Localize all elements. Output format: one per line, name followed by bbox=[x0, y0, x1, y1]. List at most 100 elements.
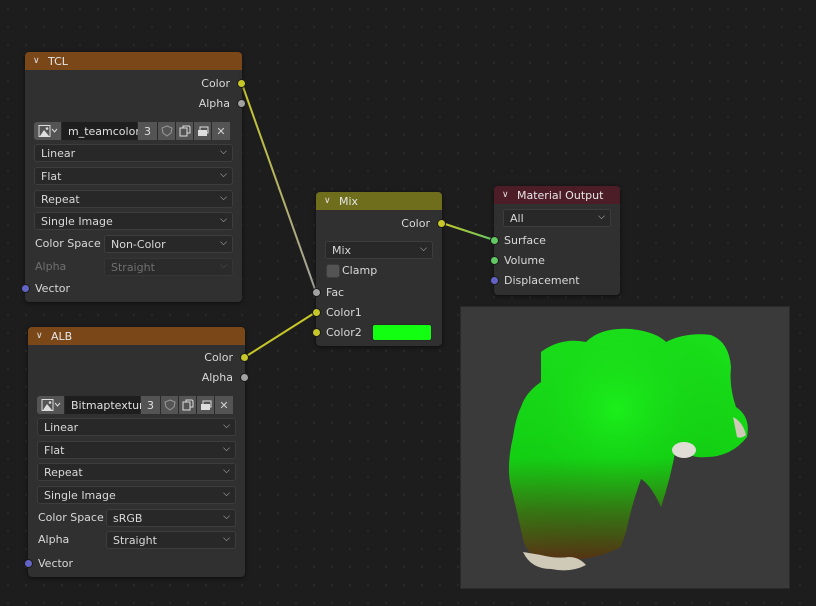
preview-render-image bbox=[508, 328, 748, 571]
input-color2: Color2 bbox=[312, 322, 442, 342]
chevron-down-icon: ⌵ bbox=[598, 212, 605, 222]
chevron-down-icon: ⌵ bbox=[220, 261, 227, 271]
source-dropdown[interactable]: Single Image ⌵ bbox=[34, 212, 233, 230]
input-label: Vector bbox=[35, 281, 71, 295]
open-image-button[interactable] bbox=[194, 122, 212, 140]
dropdown-value: Flat bbox=[44, 443, 65, 457]
color-space-label: Color Space bbox=[35, 237, 101, 250]
projection-dropdown[interactable]: Flat ⌵ bbox=[34, 167, 233, 185]
chevron-down-icon: ⌵ bbox=[223, 512, 230, 522]
image-name-field[interactable]: m_teamcolor... bbox=[62, 122, 149, 140]
interpolation-dropdown[interactable]: Linear ⌵ bbox=[37, 418, 236, 436]
collapse-chevron-icon[interactable]: ∨ bbox=[324, 196, 334, 206]
unlink-icon: ✕ bbox=[219, 398, 229, 412]
socket-color1-in[interactable] bbox=[312, 307, 321, 317]
collapse-chevron-icon[interactable]: ∨ bbox=[36, 331, 46, 341]
socket-surface-in[interactable] bbox=[490, 235, 499, 245]
node-title: Material Output bbox=[517, 188, 604, 202]
fake-user-shield-icon bbox=[160, 125, 173, 137]
input-label: Surface bbox=[504, 233, 546, 247]
interpolation-dropdown[interactable]: Linear ⌵ bbox=[34, 144, 233, 162]
socket-displacement-in[interactable] bbox=[490, 275, 499, 285]
duplicate-button[interactable] bbox=[176, 122, 194, 140]
dropdown-value: Repeat bbox=[44, 465, 83, 479]
chevron-down-icon: ⌵ bbox=[223, 444, 230, 454]
input-fac: Fac bbox=[312, 282, 442, 302]
duplicate-icon bbox=[182, 399, 193, 411]
link-mix-color-to-surface[interactable] bbox=[441, 222, 495, 241]
image-selector: Bitmaptextur... 3 ✕ bbox=[37, 396, 236, 414]
node-tcl[interactable]: ∨ TCL Color Alpha m_teamcolor... 3 ✕ Lin… bbox=[21, 52, 246, 302]
chevron-down-icon: ⌵ bbox=[220, 238, 227, 248]
socket-color-out[interactable] bbox=[237, 78, 246, 88]
unlink-button[interactable]: ✕ bbox=[215, 396, 233, 414]
chevron-down-icon: ⌵ bbox=[220, 215, 227, 225]
link-tcl-color-to-mix-fac[interactable] bbox=[241, 83, 317, 293]
chevron-down-icon: ⌵ bbox=[223, 421, 230, 431]
projection-dropdown[interactable]: Flat ⌵ bbox=[37, 441, 236, 459]
blend-type-dropdown[interactable]: Mix ⌵ bbox=[325, 241, 433, 259]
input-label: Color2 bbox=[326, 325, 362, 339]
node-mix[interactable]: ∨ Mix Color Mix ⌵ Clamp Fac Color1 Color2 bbox=[312, 192, 446, 346]
dropdown-value: All bbox=[510, 211, 524, 225]
socket-color2-in[interactable] bbox=[312, 327, 321, 337]
socket-alpha-out[interactable] bbox=[240, 372, 249, 382]
alpha-dropdown[interactable]: Straight ⌵ bbox=[106, 531, 236, 549]
node-header[interactable]: ∨ TCL bbox=[25, 52, 242, 70]
output-color: Color bbox=[316, 213, 446, 233]
open-image-button[interactable] bbox=[197, 396, 215, 414]
link-alb-color-to-mix-color1[interactable] bbox=[244, 311, 317, 358]
node-header[interactable]: ∨ Mix bbox=[316, 192, 442, 210]
output-label: Color bbox=[401, 216, 430, 230]
node-material-output[interactable]: ∨ Material Output All ⌵ Surface Volume Di… bbox=[490, 186, 620, 295]
extension-dropdown[interactable]: Repeat ⌵ bbox=[34, 190, 233, 208]
node-header[interactable]: ∨ ALB bbox=[28, 327, 245, 345]
dropdown-value: sRGB bbox=[113, 511, 143, 525]
clamp-checkbox[interactable] bbox=[326, 264, 340, 278]
extension-dropdown[interactable]: Repeat ⌵ bbox=[37, 463, 236, 481]
image-type-dropdown[interactable] bbox=[34, 122, 62, 140]
dropdown-value: Straight bbox=[111, 260, 155, 274]
output-color: Color bbox=[28, 347, 249, 367]
chevron-down-icon: ⌵ bbox=[223, 534, 230, 544]
socket-vector-in[interactable] bbox=[21, 283, 30, 293]
image-users-count[interactable]: 3 bbox=[141, 396, 161, 414]
collapse-chevron-icon[interactable]: ∨ bbox=[502, 190, 512, 200]
socket-color-out[interactable] bbox=[240, 352, 249, 362]
dropdown-value: Single Image bbox=[44, 488, 116, 502]
node-header[interactable]: ∨ Material Output bbox=[494, 186, 620, 204]
socket-alpha-out[interactable] bbox=[237, 98, 246, 108]
node-alb[interactable]: ∨ ALB Color Alpha Bitmaptextur... 3 ✕ Li… bbox=[24, 327, 249, 577]
socket-volume-in[interactable] bbox=[490, 255, 499, 265]
output-alpha: Alpha bbox=[28, 367, 249, 387]
source-dropdown[interactable]: Single Image ⌵ bbox=[37, 486, 236, 504]
socket-vector-in[interactable] bbox=[24, 558, 33, 568]
target-dropdown[interactable]: All ⌵ bbox=[503, 209, 611, 227]
image-users-count[interactable]: 3 bbox=[138, 122, 158, 140]
output-alpha: Alpha bbox=[25, 93, 246, 113]
dropdown-value: Linear bbox=[41, 146, 76, 160]
input-volume: Volume bbox=[490, 250, 620, 270]
fake-user-button[interactable] bbox=[161, 396, 179, 414]
socket-color-out[interactable] bbox=[437, 218, 446, 228]
color-space-label: Color Space bbox=[38, 511, 104, 524]
color-space-dropdown[interactable]: sRGB ⌵ bbox=[106, 509, 236, 527]
image-type-dropdown[interactable] bbox=[37, 396, 65, 414]
unlink-button[interactable]: ✕ bbox=[212, 122, 230, 140]
clamp-label: Clamp bbox=[342, 264, 378, 277]
input-color1: Color1 bbox=[312, 302, 442, 322]
alpha-label: Alpha bbox=[38, 533, 70, 546]
input-label: Fac bbox=[326, 285, 345, 299]
color2-swatch[interactable] bbox=[372, 324, 432, 341]
color-space-dropdown[interactable]: Non-Color ⌵ bbox=[104, 235, 233, 253]
socket-fac-in[interactable] bbox=[312, 287, 321, 297]
image-name-field[interactable]: Bitmaptextur... bbox=[65, 396, 153, 414]
input-label: Vector bbox=[38, 556, 74, 570]
collapse-chevron-icon[interactable]: ∨ bbox=[33, 56, 43, 66]
dropdown-value: Mix bbox=[332, 243, 352, 257]
duplicate-button[interactable] bbox=[179, 396, 197, 414]
chevron-down-icon: ⌵ bbox=[223, 489, 230, 499]
fake-user-button[interactable] bbox=[158, 122, 176, 140]
dropdown-value: Non-Color bbox=[111, 237, 166, 251]
input-displacement: Displacement bbox=[490, 270, 620, 290]
